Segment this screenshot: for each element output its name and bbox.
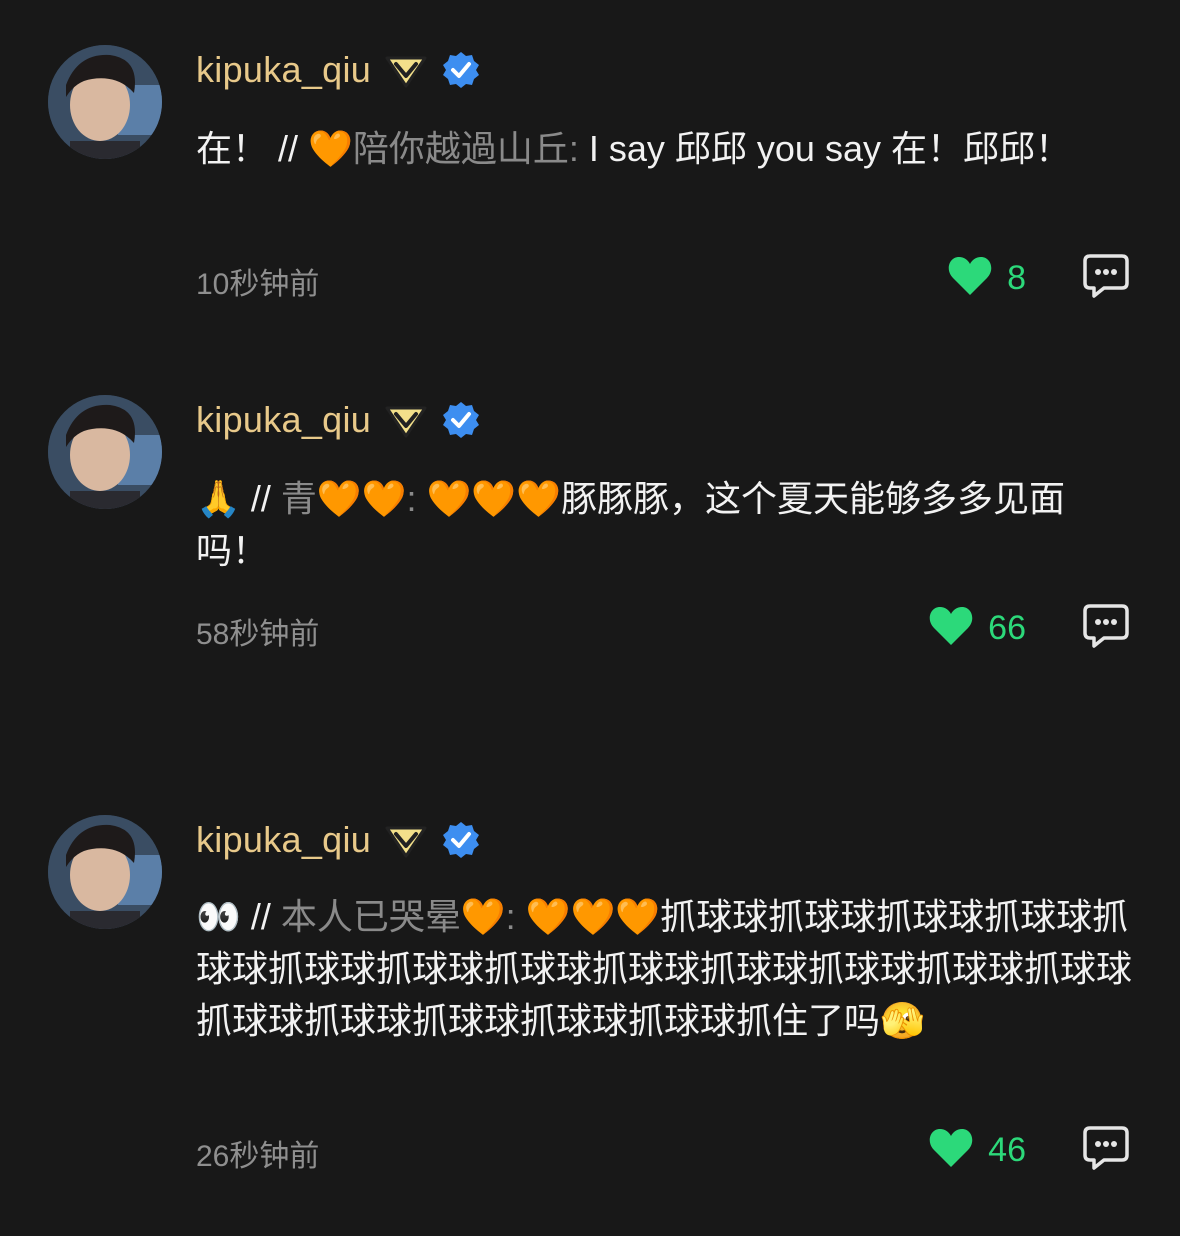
quoted-text: I say 邱邱 you say 在！邱邱！	[578, 128, 1071, 169]
username[interactable]: kipuka_qiu	[196, 49, 371, 91]
comment-bubble-icon[interactable]	[1082, 1125, 1130, 1176]
like-count: 66	[988, 609, 1026, 647]
like-button[interactable]: 66	[928, 605, 1026, 652]
comment-meta: 58秒钟前 66	[196, 603, 1136, 653]
quoted-user[interactable]: 本人已哭晕🧡:	[281, 896, 516, 937]
quoted-user[interactable]: 青🧡🧡:	[281, 478, 417, 519]
timestamp: 58秒钟前	[196, 618, 320, 651]
verified-check-icon	[441, 400, 481, 440]
comment-main-text: 🙏	[196, 478, 241, 519]
like-count: 8	[1007, 259, 1026, 297]
verified-check-icon	[441, 50, 481, 90]
heart-icon[interactable]	[928, 605, 974, 652]
comment-meta: 26秒钟前 46	[196, 1125, 1136, 1175]
like-button[interactable]: 8	[947, 255, 1026, 302]
comment-text: 在！ // 🧡陪你越過山丘: I say 邱邱 you say 在！邱邱！	[196, 123, 1136, 175]
heart-icon[interactable]	[928, 1127, 974, 1174]
comment-item: kipuka_qiu 在！ // 🧡陪你越過山丘: I say 邱邱 you s…	[0, 45, 1180, 305]
verified-check-icon	[441, 820, 481, 860]
avatar[interactable]	[48, 395, 162, 509]
timestamp: 26秒钟前	[196, 1140, 320, 1173]
comment-main-text: 👀	[196, 896, 241, 937]
comment-item: kipuka_qiu 🙏 // 青🧡🧡: 🧡🧡🧡豚豚豚，这个夏天能够多多见面吗！…	[0, 395, 1180, 655]
timestamp: 10秒钟前	[196, 268, 320, 301]
like-button[interactable]: 46	[928, 1127, 1026, 1174]
avatar[interactable]	[48, 45, 162, 159]
like-count: 46	[988, 1131, 1026, 1169]
orange-heart-emoji: 🧡	[308, 128, 353, 169]
comment-text: 🙏 // 青🧡🧡: 🧡🧡🧡豚豚豚，这个夏天能够多多见面吗！	[196, 473, 1136, 577]
comment-item: kipuka_qiu 👀 // 本人已哭晕🧡: 🧡🧡🧡抓球球抓球球抓球球抓球球抓…	[0, 815, 1180, 1195]
comment-main-text: 在！	[196, 128, 269, 169]
diamond-badge-icon	[383, 50, 429, 90]
diamond-badge-icon	[383, 820, 429, 860]
username[interactable]: kipuka_qiu	[196, 399, 371, 441]
reply-separator: //	[240, 478, 281, 519]
comment-text: 👀 // 本人已哭晕🧡: 🧡🧡🧡抓球球抓球球抓球球抓球球抓球球抓球球抓球球抓球球…	[196, 891, 1136, 1047]
comment-bubble-icon[interactable]	[1082, 603, 1130, 654]
reply-separator: //	[240, 896, 281, 937]
comment-meta: 10秒钟前 8	[196, 253, 1136, 303]
quoted-user[interactable]: 陪你越過山丘:	[353, 128, 579, 169]
reply-separator: //	[268, 128, 309, 169]
heart-icon[interactable]	[947, 255, 993, 302]
comment-bubble-icon[interactable]	[1082, 253, 1130, 304]
diamond-badge-icon	[383, 400, 429, 440]
avatar[interactable]	[48, 815, 162, 929]
username[interactable]: kipuka_qiu	[196, 819, 371, 861]
